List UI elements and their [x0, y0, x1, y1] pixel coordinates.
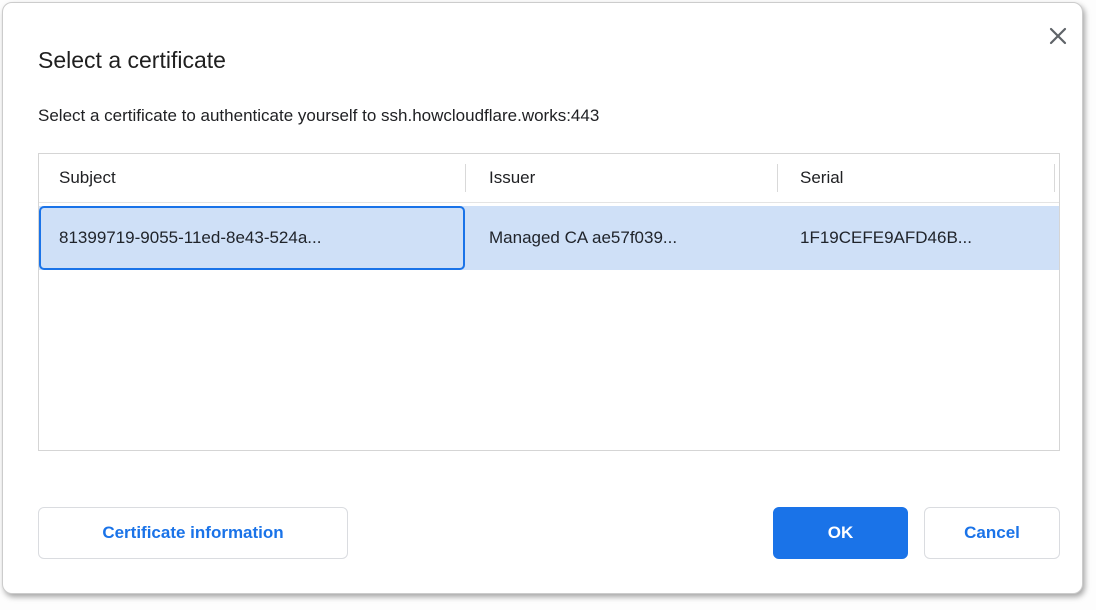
- table-header-row: Subject Issuer Serial: [39, 154, 1059, 203]
- column-header-filler: [1054, 154, 1059, 202]
- cancel-button[interactable]: Cancel: [924, 507, 1060, 559]
- close-button[interactable]: [1042, 21, 1074, 53]
- cell-serial: 1F19CEFE9AFD46B...: [777, 206, 1054, 270]
- table-row-certificate[interactable]: 81399719-9055-11ed-8e43-524a... Managed …: [39, 206, 1059, 270]
- column-header-subject: Subject: [39, 154, 465, 202]
- cell-issuer: Managed CA ae57f039...: [465, 206, 777, 270]
- ok-button[interactable]: OK: [773, 507, 908, 559]
- cell-subject[interactable]: 81399719-9055-11ed-8e43-524a...: [39, 206, 465, 270]
- column-header-issuer: Issuer: [465, 154, 777, 202]
- dialog-subtitle: Select a certificate to authenticate you…: [38, 106, 599, 126]
- certificate-select-dialog: Select a certificate Select a certificat…: [2, 2, 1083, 594]
- dialog-title: Select a certificate: [38, 47, 226, 74]
- certificate-table: Subject Issuer Serial 81399719-9055-11ed…: [38, 153, 1060, 451]
- close-icon: [1047, 25, 1069, 50]
- certificate-information-button[interactable]: Certificate information: [38, 507, 348, 559]
- column-header-serial: Serial: [777, 154, 1054, 202]
